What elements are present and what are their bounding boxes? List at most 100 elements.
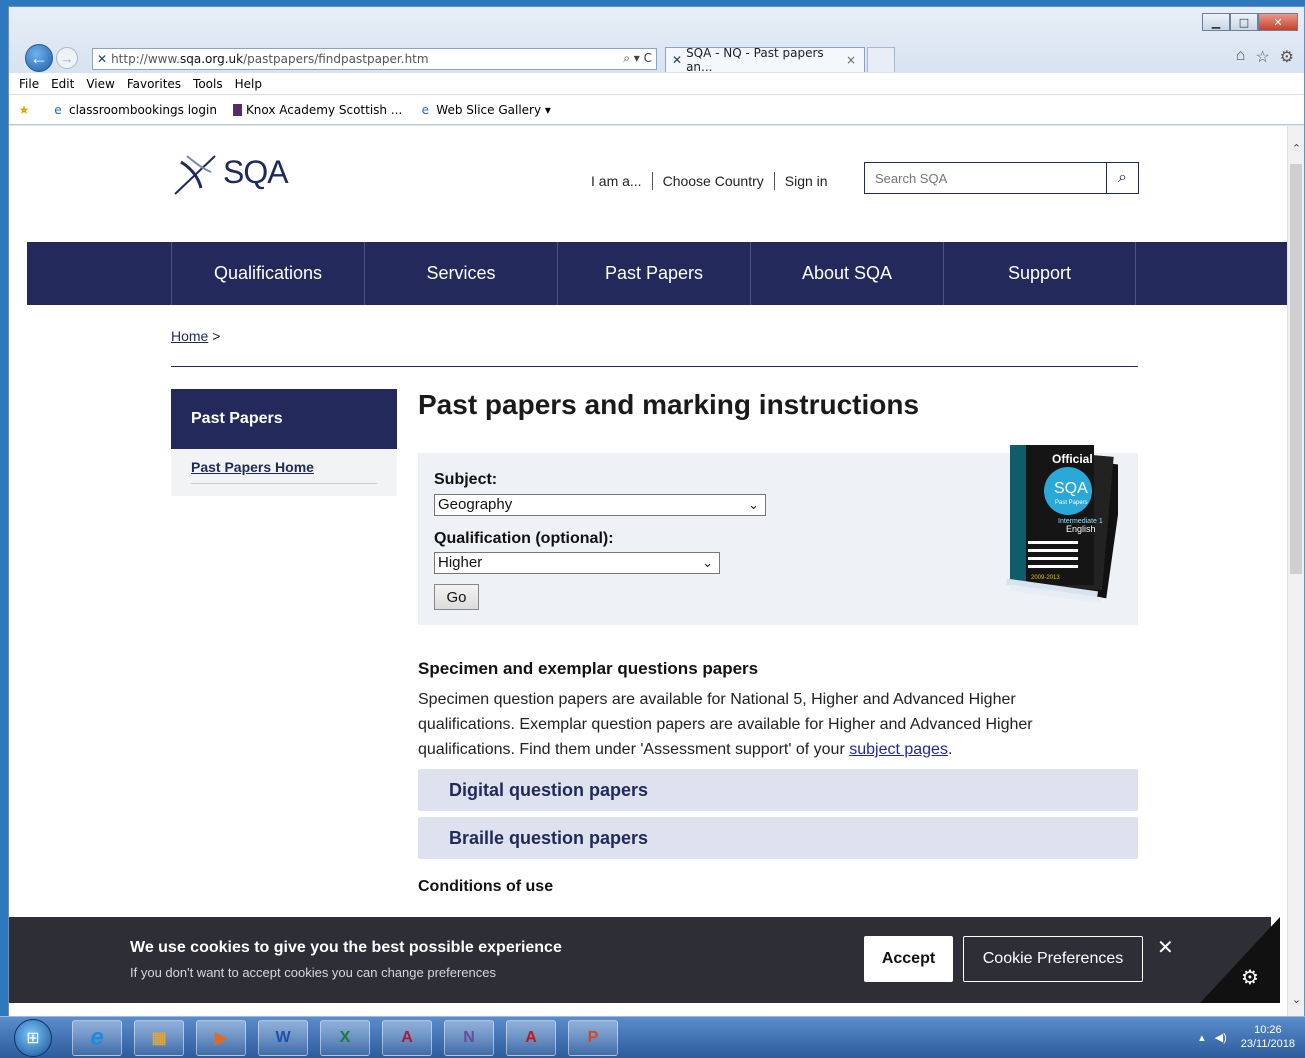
system-tray: ▴ ◀) 10:26 23/11/2018 (1199, 1023, 1295, 1051)
close-window-button[interactable]: ✕ (1258, 13, 1298, 31)
search-input[interactable] (865, 163, 1106, 193)
word-icon[interactable]: W (258, 1020, 308, 1056)
new-tab-button[interactable] (867, 47, 895, 72)
nav-past-papers[interactable]: Past Papers (557, 242, 750, 305)
menu-view[interactable]: View (86, 77, 114, 91)
close-icon[interactable]: ✕ (1157, 935, 1174, 959)
menu-favorites[interactable]: Favorites (127, 77, 181, 91)
site-header: SQA I am a... Choose Country Sign in ⌕ (9, 126, 1288, 236)
favorites-star[interactable]: ★ (17, 103, 35, 117)
tab-close-icon[interactable]: × (846, 53, 856, 67)
maximize-button[interactable]: □ (1230, 13, 1258, 31)
breadcrumb-home-link[interactable]: Home (171, 328, 208, 344)
window-controls: ▁ □ ✕ (1202, 13, 1298, 31)
access-icon[interactable]: A (382, 1020, 432, 1056)
page-viewport: SQA I am a... Choose Country Sign in ⌕ Q… (9, 126, 1288, 1017)
divider (171, 366, 1138, 367)
header-links: I am a... Choose Country Sign in (591, 172, 828, 190)
settings-gear-icon[interactable]: ⚙ (1280, 47, 1294, 67)
go-button[interactable]: Go (434, 584, 479, 610)
cookie-preferences-button[interactable]: Cookie Preferences (963, 936, 1143, 982)
conditions-of-use-heading: Conditions of use (418, 878, 554, 895)
home-icon[interactable]: ⌂ (1236, 47, 1246, 67)
windows-taskbar: ⊞ e ▦ ▶ W X A N A P ▴ ◀) 10:26 23/11/201… (0, 1016, 1305, 1058)
chevron-down-icon: ⌄ (702, 555, 713, 570)
browser-titlebar: ▁ □ ✕ ← → ✕ http://www. sqa.org.uk/pastpa… (9, 7, 1304, 74)
specimen-paragraph: Specimen question papers are available f… (418, 687, 1078, 762)
favorites-bar: ★ e classroombookings login Knox Academy … (9, 95, 1304, 125)
choose-country-link[interactable]: Choose Country (663, 173, 764, 189)
excel-icon[interactable]: X (320, 1020, 370, 1056)
nav-about-sqa[interactable]: About SQA (750, 242, 943, 305)
clock[interactable]: 10:26 23/11/2018 (1241, 1023, 1295, 1051)
favorite-label: Knox Academy Scottish ... (245, 102, 403, 117)
cookie-banner: We use cookies to give you the best poss… (9, 917, 1280, 1003)
site-search: ⌕ (864, 162, 1139, 194)
nav-qualifications[interactable]: Qualifications (171, 242, 364, 305)
book-subject-text: English (1066, 524, 1096, 534)
acrobat-icon[interactable]: A (506, 1020, 556, 1056)
menu-help[interactable]: Help (235, 77, 262, 91)
side-navigation: Past Papers Past Papers Home (171, 389, 397, 496)
cookie-subtitle: If you don't want to accept cookies you … (130, 965, 496, 980)
onenote-icon[interactable]: N (444, 1020, 494, 1056)
search-refresh-icon[interactable]: ⌕ ▾ C (623, 51, 652, 66)
past-paper-finder: Subject: Geography ⌄ Qualification (opti… (418, 445, 1138, 625)
sign-in-link[interactable]: Sign in (785, 173, 828, 189)
qualification-select[interactable]: Higher ⌄ (434, 552, 720, 574)
tab-title: SQA - NQ - Past papers an... (686, 46, 824, 74)
subject-select[interactable]: Geography ⌄ (434, 494, 766, 516)
favorite-label: Web Slice Gallery ▾ (436, 102, 551, 117)
menu-edit[interactable]: Edit (51, 77, 74, 91)
internet-explorer-icon[interactable]: e (72, 1020, 122, 1056)
minimize-button[interactable]: ▁ (1202, 13, 1230, 31)
subject-value: Geography (438, 496, 513, 513)
favorite-classroombookings[interactable]: e classroombookings login (51, 103, 217, 117)
cookie-settings-corner (1200, 917, 1280, 1003)
qualification-value: Higher (438, 554, 483, 571)
powerpoint-icon[interactable]: P (568, 1020, 618, 1056)
breadcrumb: Home > (171, 328, 220, 344)
nav-support[interactable]: Support (943, 242, 1136, 305)
past-papers-book-image: Official SQA Past Papers Intermediate 1 … (1006, 445, 1118, 604)
book-sqa-text: SQA (1054, 480, 1088, 497)
menu-bar: File Edit View Favorites Tools Help (9, 73, 1304, 95)
sqa-logo[interactable]: SQA (171, 148, 289, 196)
favorites-star-icon[interactable]: ☆ (1255, 47, 1269, 67)
i-am-a-link[interactable]: I am a... (591, 173, 642, 189)
menu-tools[interactable]: Tools (193, 77, 223, 91)
nav-services[interactable]: Services (364, 242, 557, 305)
page-title: Past papers and marking instructions (418, 389, 920, 420)
browser-tab[interactable]: ✕ SQA - NQ - Past papers an... × (665, 46, 865, 74)
subject-pages-link[interactable]: subject pages (849, 741, 948, 758)
start-button[interactable]: ⊞ (14, 1019, 52, 1057)
nav-buttons: ← → (25, 44, 78, 72)
menu-file[interactable]: File (19, 77, 39, 91)
tray-expand-icon[interactable]: ▴ (1199, 1031, 1205, 1044)
accept-cookies-button[interactable]: Accept (864, 936, 953, 982)
file-explorer-icon[interactable]: ▦ (134, 1020, 184, 1056)
digital-question-papers-accordion[interactable]: Digital question papers (418, 769, 1138, 811)
url-host: sqa.org.uk (179, 52, 244, 66)
address-bar[interactable]: ✕ http://www. sqa.org.uk/pastpapers/findp… (92, 48, 657, 70)
back-arrow-icon[interactable]: ← (25, 44, 53, 72)
specimen-text-end: . (947, 741, 953, 758)
vertical-scrollbar[interactable]: ⌃ ⌄ (1287, 126, 1304, 1017)
braille-question-papers-accordion[interactable]: Braille question papers (418, 817, 1138, 859)
media-player-icon[interactable]: ▶ (196, 1020, 246, 1056)
past-papers-home-link[interactable]: Past Papers Home (191, 459, 377, 484)
favorite-web-slice-gallery[interactable]: e Web Slice Gallery ▾ (418, 103, 551, 117)
volume-icon[interactable]: ◀) (1215, 1031, 1227, 1044)
book-past-papers-text: Past Papers (1055, 500, 1088, 506)
chevron-down-icon[interactable]: ⌄ (1288, 991, 1305, 1009)
gear-icon[interactable]: ⚙ (1241, 965, 1259, 989)
scroll-thumb[interactable] (1290, 164, 1302, 574)
breadcrumb-separator: > (208, 328, 221, 344)
search-icon[interactable]: ⌕ (1106, 163, 1138, 193)
chevron-up-icon[interactable]: ⌃ (1288, 140, 1305, 158)
favorite-knox-academy[interactable]: Knox Academy Scottish ... (232, 102, 403, 117)
qualification-label: Qualification (optional): (434, 530, 614, 547)
favorites-star-icon: ★ (18, 102, 30, 117)
sidenav-body: Past Papers Home (171, 449, 397, 496)
forward-arrow-icon[interactable]: → (56, 47, 78, 69)
